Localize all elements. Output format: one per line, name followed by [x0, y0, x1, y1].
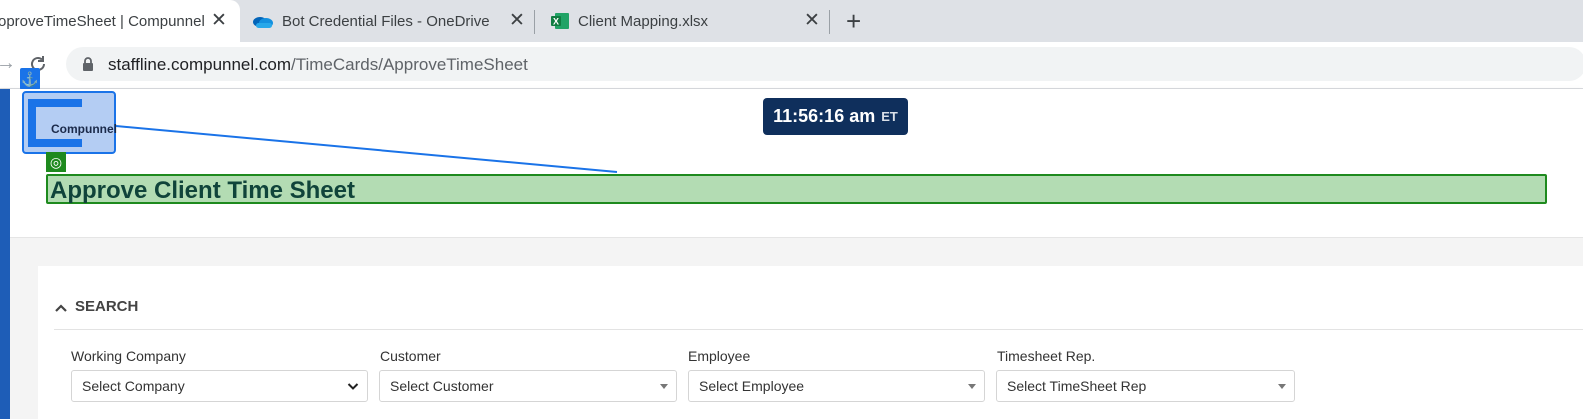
search-section-toggle[interactable]: SEARCH	[54, 294, 138, 318]
company-logo[interactable]: Compunnel	[22, 91, 117, 154]
timesheet-rep-label: Timesheet Rep.	[997, 348, 1096, 364]
forward-arrow-icon[interactable]: →	[0, 52, 16, 75]
customer-select[interactable]: Select Customer	[379, 370, 677, 402]
onedrive-icon	[253, 17, 273, 28]
tab-title: oproveTimeSheet | Compunnel	[0, 12, 205, 30]
address-bar[interactable]: staffline.compunnel.com/TimeCards/Approv…	[66, 47, 1583, 81]
clock-timezone: ET	[881, 109, 898, 124]
working-company-value: Select Company	[82, 378, 185, 394]
close-tab-icon[interactable]: ✕	[509, 11, 525, 31]
logo-text: Compunnel	[51, 122, 117, 136]
employee-label: Employee	[688, 348, 751, 364]
url-text: staffline.compunnel.com/TimeCards/Approv…	[108, 55, 528, 75]
divider	[54, 329, 1583, 330]
page-title: Approve Client Time Sheet	[46, 174, 1547, 204]
tab-approve-timesheet[interactable]: oproveTimeSheet | Compunnel ✕	[0, 0, 240, 42]
caret-down-icon	[1278, 384, 1286, 389]
chevron-down-icon	[347, 383, 359, 390]
tab-client-mapping[interactable]: X Client Mapping.xlsx ✕	[536, 0, 830, 42]
working-company-select[interactable]: Select Company	[71, 370, 368, 402]
browser-toolbar: → staffline.compunnel.com/TimeCards/Appr…	[0, 42, 1583, 89]
clock-time: 11:56:16 am	[773, 106, 876, 126]
lock-icon	[83, 57, 93, 71]
employee-value: Select Employee	[699, 378, 805, 394]
working-company-label: Working Company	[71, 348, 186, 364]
anchor-icon: ⚓	[20, 68, 40, 90]
target-icon: ◎	[46, 152, 66, 172]
customer-value: Select Customer	[390, 378, 494, 394]
chevron-up-icon	[55, 304, 67, 312]
tab-title: Client Mapping.xlsx	[578, 12, 709, 30]
page-title-text: Approve Client Time Sheet	[50, 177, 355, 204]
url-host: staffline.compunnel.com	[108, 55, 292, 74]
tab-onedrive[interactable]: Bot Credential Files - OneDrive ✕	[240, 0, 532, 42]
browser-tab-strip: oproveTimeSheet | Compunnel ✕ Bot Creden…	[0, 0, 1583, 42]
excel-icon: X	[551, 13, 569, 29]
tab-separator	[829, 10, 830, 34]
close-tab-icon[interactable]: ✕	[804, 11, 820, 31]
search-heading: SEARCH	[75, 297, 139, 315]
timesheet-rep-select[interactable]: Select TimeSheet Rep	[996, 370, 1295, 402]
close-tab-icon[interactable]: ✕	[211, 11, 227, 31]
tab-separator	[534, 10, 535, 34]
svg-text:X: X	[553, 17, 559, 27]
customer-label: Customer	[380, 348, 441, 364]
caret-down-icon	[968, 384, 976, 389]
tab-title: Bot Credential Files - OneDrive	[282, 12, 490, 30]
timesheet-rep-value: Select TimeSheet Rep	[1007, 378, 1147, 394]
left-nav-strip	[0, 89, 10, 419]
clock-display: 11:56:16 am ET	[763, 98, 908, 135]
url-path: /TimeCards/ApproveTimeSheet	[291, 55, 528, 74]
caret-down-icon	[660, 384, 668, 389]
new-tab-icon[interactable]: +	[846, 7, 861, 35]
employee-select[interactable]: Select Employee	[688, 370, 985, 402]
